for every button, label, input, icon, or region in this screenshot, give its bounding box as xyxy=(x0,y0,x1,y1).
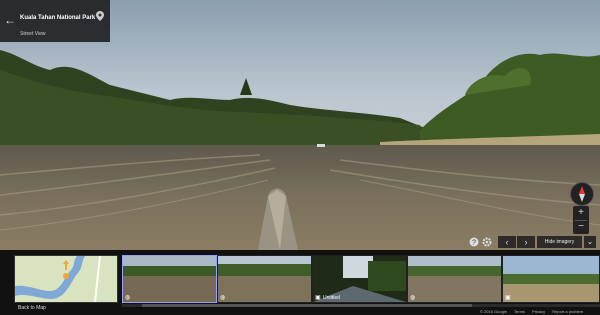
previous-button[interactable]: ‹ xyxy=(498,236,516,248)
settings-icon[interactable] xyxy=(482,237,492,247)
panorama-icon: ◍ xyxy=(410,295,416,301)
panorama-icon: ◍ xyxy=(220,295,226,301)
location-header-card: ← Kuala Tahan National Park Street View xyxy=(0,0,110,42)
filmstrip-scrollbar[interactable] xyxy=(122,304,600,307)
thumbnail-panorama-2[interactable]: ◍ xyxy=(217,255,312,303)
zoom-in-button[interactable]: + xyxy=(573,206,589,220)
filmstrip-scroll-thumb[interactable] xyxy=(142,304,472,307)
thumbnail-panorama-1[interactable]: ◍ xyxy=(122,255,217,303)
next-button[interactable]: › xyxy=(517,236,535,248)
thumbnail-label: Untitled xyxy=(323,295,340,301)
compass-icon[interactable] xyxy=(570,182,594,206)
terms-link[interactable]: Terms xyxy=(514,309,525,314)
thumbnail-photo-2[interactable]: ▣ xyxy=(502,255,600,303)
back-arrow-icon[interactable]: ← xyxy=(4,14,16,26)
svg-text:?: ? xyxy=(472,240,476,247)
zoom-control: + − xyxy=(573,206,589,234)
back-to-map-link[interactable]: Back to Map xyxy=(18,305,46,311)
chevron-down-icon[interactable]: ⌄ xyxy=(584,236,596,248)
photo-icon: ▣ xyxy=(505,295,511,301)
imagery-control-bar: ? ‹ › Hide imagery ⌄ xyxy=(0,236,600,250)
thumbnail-photo-untitled[interactable]: ▣ Untitled xyxy=(312,255,407,303)
privacy-link[interactable]: Privacy xyxy=(532,309,545,314)
hide-imagery-button[interactable]: Hide imagery xyxy=(537,236,582,248)
location-subtitle: Street View xyxy=(20,31,46,37)
location-title: Kuala Tahan National Park xyxy=(20,15,96,21)
pin-icon[interactable] xyxy=(96,11,104,21)
thumbnail-panorama-3[interactable]: ◍ xyxy=(407,255,502,303)
zoom-divider xyxy=(575,220,587,221)
help-icon[interactable]: ? xyxy=(469,237,479,247)
map-footer: © 2016 Google Terms Privacy Report a pro… xyxy=(480,309,600,315)
copyright-text: © 2016 Google xyxy=(480,309,507,314)
mini-map[interactable] xyxy=(14,255,118,303)
zoom-out-button[interactable]: − xyxy=(573,220,589,234)
report-problem-link[interactable]: Report a problem xyxy=(552,309,583,314)
panorama-icon: ◍ xyxy=(125,295,131,301)
photo-icon: ▣ xyxy=(315,295,321,301)
